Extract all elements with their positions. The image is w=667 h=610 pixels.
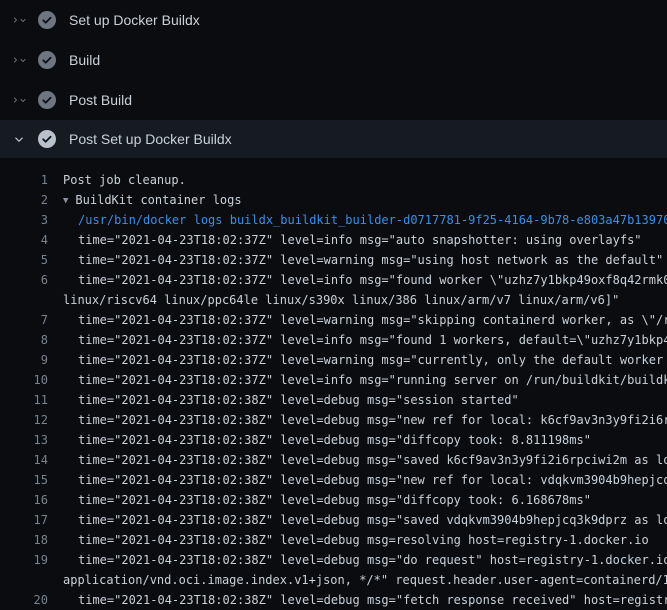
log-line-text: time="2021-04-23T18:02:38Z" level=debug …: [78, 510, 667, 530]
chevron-down-icon: [19, 14, 27, 26]
log-line: 20 time="2021-04-23T18:02:38Z" level=deb…: [0, 590, 667, 610]
log-line-number[interactable]: 12: [0, 410, 48, 430]
log-line: 8 time="2021-04-23T18:02:37Z" level=info…: [0, 330, 667, 350]
log-line-number[interactable]: 8: [0, 330, 48, 350]
log-line-text: linux/riscv64 linux/ppc64le linux/s390x …: [63, 290, 619, 310]
step-header-build[interactable]: Build: [0, 40, 667, 80]
check-circle-icon: [38, 130, 56, 148]
log-line-text: time="2021-04-23T18:02:38Z" level=debug …: [78, 410, 667, 430]
log-line: 5 time="2021-04-23T18:02:37Z" level=warn…: [0, 250, 667, 270]
log-line-number[interactable]: 13: [0, 430, 48, 450]
log-line-number: [0, 570, 48, 590]
log-line: linux/riscv64 linux/ppc64le linux/s390x …: [0, 290, 667, 310]
step-label: Set up Docker Buildx: [69, 12, 200, 28]
step-header-set-up-docker-buildx[interactable]: Set up Docker Buildx: [0, 0, 667, 40]
log-line-number[interactable]: 16: [0, 490, 48, 510]
log-line: 18 time="2021-04-23T18:02:38Z" level=deb…: [0, 530, 667, 550]
log-line: 2 ▼ BuildKit container logs: [0, 190, 667, 210]
log-line-number[interactable]: 1: [0, 170, 48, 190]
workflow-steps-list: Set up Docker Buildx Build: [0, 0, 667, 158]
log-line-text: time="2021-04-23T18:02:38Z" level=debug …: [78, 390, 519, 410]
log-line: 15 time="2021-04-23T18:02:38Z" level=deb…: [0, 470, 667, 490]
group-collapse-triangle-icon[interactable]: ▼: [63, 196, 68, 206]
log-line-text: time="2021-04-23T18:02:37Z" level=warnin…: [78, 310, 667, 330]
log-line-text: Post job cleanup.: [63, 170, 186, 190]
log-group-label[interactable]: BuildKit container logs: [75, 193, 241, 207]
step-header-post-build[interactable]: Post Build: [0, 80, 667, 120]
chevron-down-icon: [19, 54, 27, 66]
chevron-right-icon: [11, 54, 19, 66]
log-line-number[interactable]: 20: [0, 590, 48, 610]
log-line-text: time="2021-04-23T18:02:38Z" level=debug …: [78, 530, 649, 550]
log-line-text: time="2021-04-23T18:02:37Z" level=info m…: [78, 230, 642, 250]
log-line-text: time="2021-04-23T18:02:38Z" level=debug …: [78, 490, 591, 510]
log-line-number[interactable]: 15: [0, 470, 48, 490]
log-line-text: time="2021-04-23T18:02:38Z" level=debug …: [78, 550, 667, 570]
log-panel: 1 Post job cleanup. 2 ▼ BuildKit containe…: [0, 158, 667, 610]
log-line-number[interactable]: 14: [0, 450, 48, 470]
log-line: application/vnd.oci.image.index.v1+json,…: [0, 570, 667, 590]
log-line-text: time="2021-04-23T18:02:37Z" level=info m…: [78, 330, 667, 350]
check-circle-icon: [38, 91, 56, 109]
log-line: 7 time="2021-04-23T18:02:37Z" level=warn…: [0, 310, 667, 330]
log-line: 9 time="2021-04-23T18:02:37Z" level=warn…: [0, 350, 667, 370]
log-line-text: time="2021-04-23T18:02:38Z" level=debug …: [78, 590, 667, 610]
log-line-number[interactable]: 19: [0, 550, 48, 570]
log-line: 17 time="2021-04-23T18:02:38Z" level=deb…: [0, 510, 667, 530]
log-line-number: [0, 290, 48, 310]
check-circle-icon: [38, 51, 56, 69]
log-line-number[interactable]: 6: [0, 270, 48, 290]
log-line-number[interactable]: 18: [0, 530, 48, 550]
step-label: Build: [69, 52, 100, 68]
chevron-right-icon: [11, 14, 19, 26]
log-line-text: time="2021-04-23T18:02:37Z" level=warnin…: [78, 350, 667, 370]
check-circle-icon: [38, 11, 56, 29]
log-line-text: time="2021-04-23T18:02:38Z" level=debug …: [78, 470, 667, 490]
log-line-number[interactable]: 9: [0, 350, 48, 370]
log-line-text: /usr/bin/docker logs buildx_buildkit_bui…: [78, 210, 667, 230]
log-line: 11 time="2021-04-23T18:02:38Z" level=deb…: [0, 390, 667, 410]
log-line: 10 time="2021-04-23T18:02:37Z" level=inf…: [0, 370, 667, 390]
log-line-text: time="2021-04-23T18:02:37Z" level=info m…: [78, 370, 667, 390]
step-label: Post Set up Docker Buildx: [69, 131, 232, 147]
log-line-number[interactable]: 7: [0, 310, 48, 330]
log-line-number[interactable]: 10: [0, 370, 48, 390]
log-line-text: time="2021-04-23T18:02:37Z" level=warnin…: [78, 250, 663, 270]
log-line: 14 time="2021-04-23T18:02:38Z" level=deb…: [0, 450, 667, 470]
log-line-text: time="2021-04-23T18:02:38Z" level=debug …: [78, 430, 591, 450]
step-label: Post Build: [69, 92, 132, 108]
chevron-down-icon: [19, 94, 27, 106]
log-line-number[interactable]: 5: [0, 250, 48, 270]
log-line: 3 /usr/bin/docker logs buildx_buildkit_b…: [0, 210, 667, 230]
log-line: 13 time="2021-04-23T18:02:38Z" level=deb…: [0, 430, 667, 450]
log-line-text: time="2021-04-23T18:02:37Z" level=info m…: [78, 270, 667, 290]
step-header-post-set-up-docker-buildx[interactable]: Post Set up Docker Buildx: [0, 120, 667, 158]
log-line: 16 time="2021-04-23T18:02:38Z" level=deb…: [0, 490, 667, 510]
log-line-number[interactable]: 11: [0, 390, 48, 410]
log-line-text: ▼ BuildKit container logs: [63, 190, 242, 210]
log-line: 19 time="2021-04-23T18:02:38Z" level=deb…: [0, 550, 667, 570]
chevron-right-icon: [11, 94, 19, 106]
log-line-text: application/vnd.oci.image.index.v1+json,…: [63, 570, 667, 590]
log-line: 12 time="2021-04-23T18:02:38Z" level=deb…: [0, 410, 667, 430]
log-line: 1 Post job cleanup.: [0, 170, 667, 190]
log-line-number[interactable]: 4: [0, 230, 48, 250]
log-line-number[interactable]: 17: [0, 510, 48, 530]
log-line-text: time="2021-04-23T18:02:38Z" level=debug …: [78, 450, 667, 470]
chevron-down-icon: [13, 133, 25, 145]
log-line: 6 time="2021-04-23T18:02:37Z" level=info…: [0, 270, 667, 290]
log-line: 4 time="2021-04-23T18:02:37Z" level=info…: [0, 230, 667, 250]
log-line-number[interactable]: 2: [0, 190, 48, 210]
log-line-number[interactable]: 3: [0, 210, 48, 230]
